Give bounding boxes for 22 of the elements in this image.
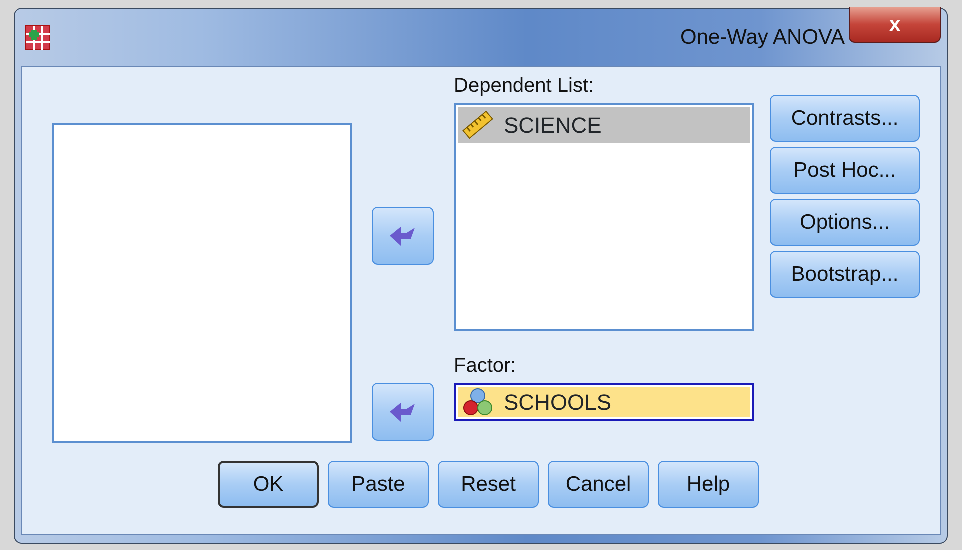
arrow-icon xyxy=(389,401,417,423)
dialog-button[interactable]: Help xyxy=(658,461,759,508)
dialog-button[interactable]: Reset xyxy=(438,461,539,508)
window-title: One-Way ANOVA xyxy=(680,24,845,51)
list-item[interactable]: SCIENCE xyxy=(458,107,750,143)
app-icon xyxy=(25,24,51,50)
list-label: Dependent List: xyxy=(454,74,596,99)
field-label: Factor: xyxy=(454,354,518,379)
factor-field[interactable]: SCHOOLS xyxy=(454,383,754,421)
dialog-button[interactable]: Post Hoc... xyxy=(770,147,920,194)
move-button[interactable] xyxy=(372,383,434,441)
dialog-button[interactable]: Cancel xyxy=(548,461,649,508)
dialog-button[interactable]: Options... xyxy=(770,199,920,246)
close-button[interactable]: x xyxy=(849,7,941,43)
variable-list[interactable] xyxy=(52,123,352,443)
dialog-button[interactable]: Bootstrap... xyxy=(770,251,920,298)
move-button[interactable] xyxy=(372,207,434,265)
arrow-icon xyxy=(389,225,417,247)
dialog-button[interactable]: Paste xyxy=(328,461,429,508)
dialog-button[interactable]: OK xyxy=(218,461,319,508)
field-value: SCHOOLS xyxy=(504,388,612,416)
dialog-button[interactable]: Contrasts... xyxy=(770,95,920,142)
